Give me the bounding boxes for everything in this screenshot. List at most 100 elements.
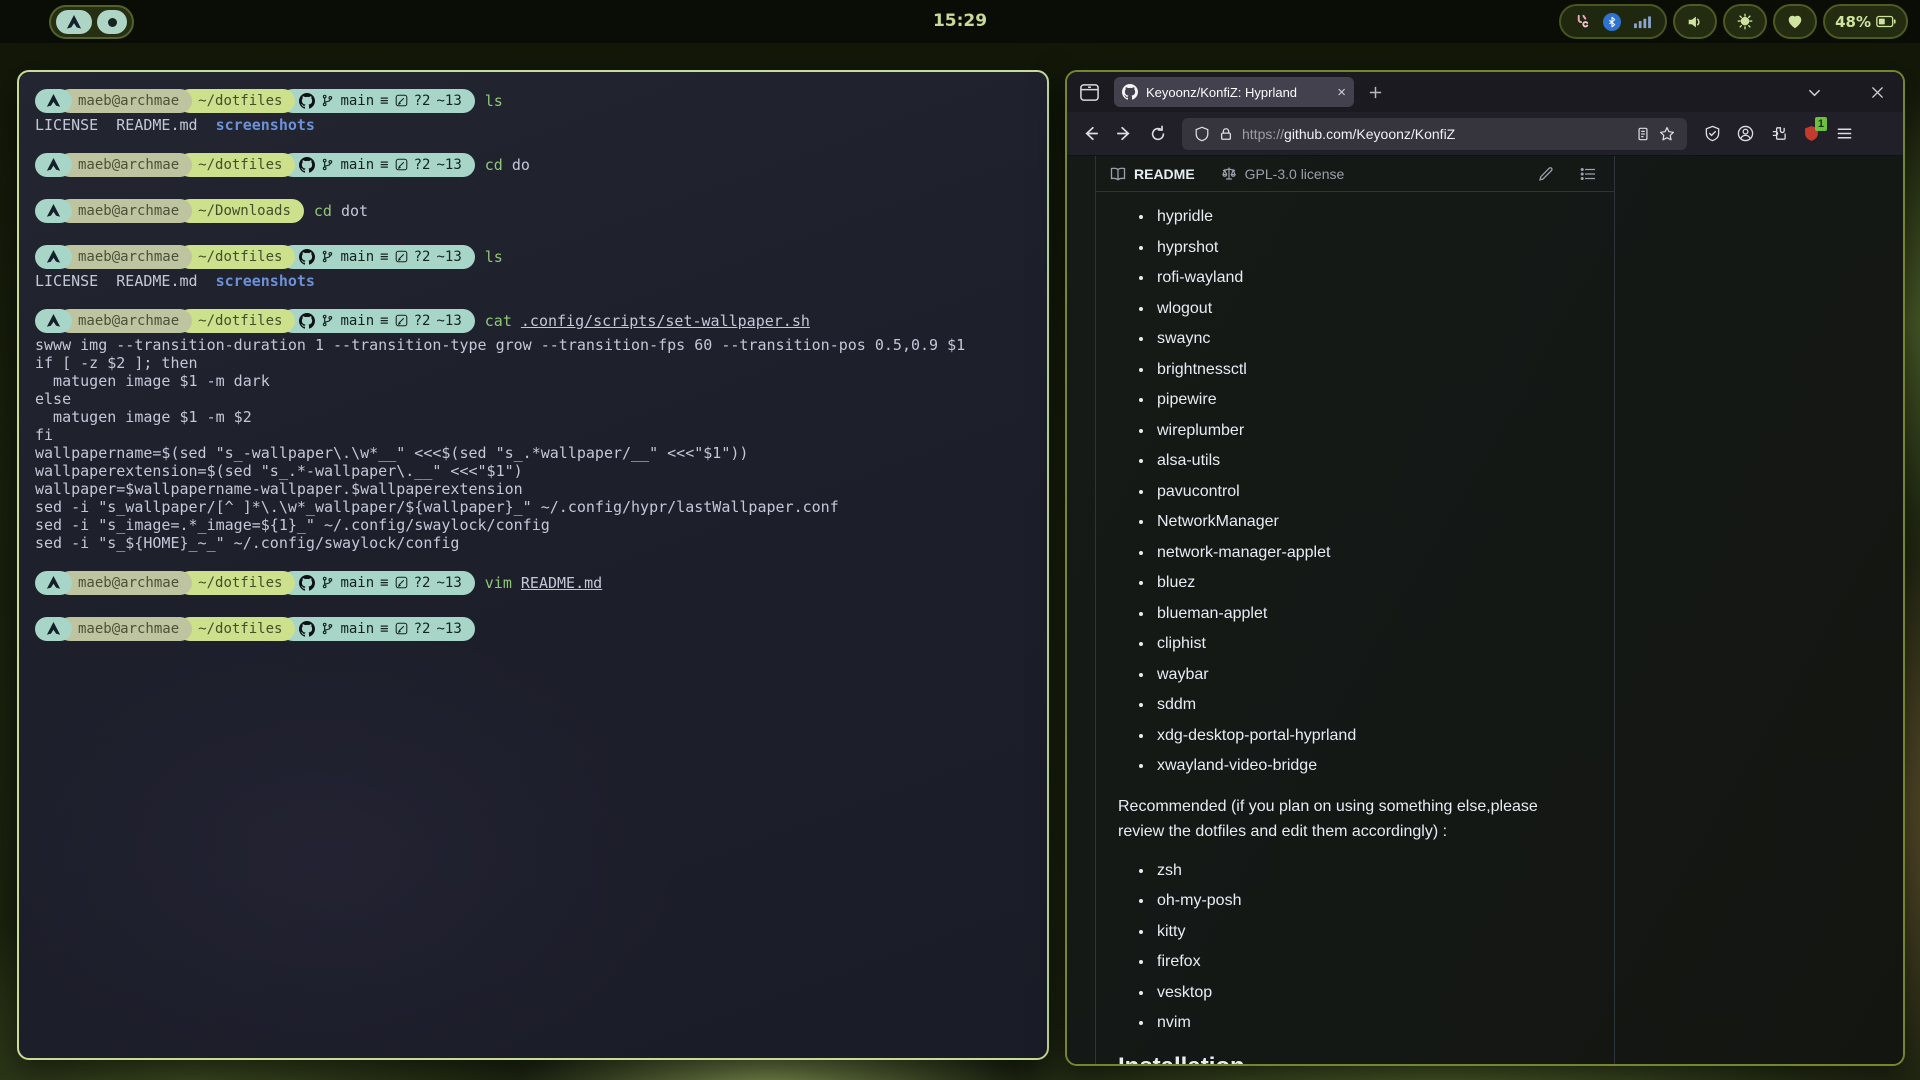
terminal-prompt-line: maeb@archmae~/dotfilesmain≡?2~13ls: [35, 88, 1047, 113]
package-item: bluez: [1154, 568, 1594, 599]
git-edit-icon: [395, 576, 408, 589]
heart-icon: [1786, 13, 1804, 31]
new-tab-button[interactable]: [1368, 85, 1383, 100]
package-item: xwayland-video-bridge: [1154, 751, 1594, 782]
url-text[interactable]: https://github.com/Keyoonz/KonfiZ: [1242, 126, 1627, 142]
terminal-command: ls: [485, 248, 503, 266]
git-branch-icon: [321, 250, 334, 263]
package-item: pipewire: [1154, 385, 1594, 416]
battery-icon: [1876, 15, 1896, 28]
list-all-tabs-icon[interactable]: [1807, 85, 1822, 100]
prompt-git-segment: main≡?2~13: [281, 617, 474, 641]
terminal-command: ls: [485, 92, 503, 110]
prompt-user-segment: maeb@archmae: [58, 617, 192, 641]
system-tray[interactable]: [1559, 4, 1667, 39]
prompt-dir-segment: ~/dotfiles: [178, 309, 295, 333]
url-host-path: github.com/Keyoonz/KonfiZ: [1284, 126, 1455, 142]
firefox-window[interactable]: Keyoonz/KonfiZ: Hyprland ×: [1065, 70, 1905, 1066]
reload-icon[interactable]: [1149, 125, 1167, 143]
window-close-icon[interactable]: [1870, 85, 1885, 100]
terminal-output-line: swww img --transition-duration 1 --trans…: [35, 336, 1047, 354]
volume-button[interactable]: [1673, 4, 1717, 39]
arch-logo-icon: [35, 571, 72, 595]
tracking-shield-icon[interactable]: [1194, 126, 1210, 142]
tab-title: Keyoonz/KonfiZ: Hyprland: [1146, 85, 1329, 100]
git-edit-icon: [395, 314, 408, 327]
prompt-dir-segment: ~/dotfiles: [178, 571, 295, 595]
tray-app-icon[interactable]: [1574, 13, 1591, 30]
edit-pencil-icon[interactable]: [1538, 166, 1554, 182]
prompt-dir-segment: ~/dotfiles: [178, 245, 295, 269]
tray-cluster: 48%: [1559, 4, 1908, 39]
prompt-git-segment: main≡?2~13: [281, 309, 474, 333]
battery-percent: 48%: [1835, 13, 1871, 31]
terminal-blank-line: [35, 226, 1047, 242]
back-icon[interactable]: [1081, 124, 1100, 143]
reader-mode-icon[interactable]: [1636, 127, 1650, 141]
navigation-toolbar: https://github.com/Keyoonz/KonfiZ 1: [1067, 112, 1903, 156]
terminal-blank-line: [35, 180, 1047, 196]
terminal-blank-line: [35, 134, 1047, 150]
url-bar[interactable]: https://github.com/Keyoonz/KonfiZ: [1182, 118, 1687, 150]
arch-logo-icon: [35, 199, 72, 223]
readme-tab[interactable]: README: [1134, 166, 1195, 182]
extensions-puzzle-icon[interactable]: [1770, 125, 1787, 142]
terminal-prompt-line: maeb@archmae~/dotfilesmain≡?2~13cd do: [35, 152, 1047, 177]
git-edit-icon: [395, 158, 408, 171]
terminal-output-line: LICENSE README.md screenshots: [35, 272, 1047, 290]
favorites-button[interactable]: [1773, 4, 1817, 39]
bluetooth-icon[interactable]: [1603, 13, 1621, 31]
status-bar: 15:29: [0, 0, 1920, 43]
readme-body: hypridlehyprshotrofi-waylandwlogoutswayn…: [1096, 192, 1614, 1064]
page-content: README GPL-3.0 license hypridlehyprshotr…: [1067, 156, 1903, 1064]
terminal-prompt-line: maeb@archmae~/dotfilesmain≡?2~13vim READ…: [35, 570, 1047, 595]
git-edit-icon: [395, 94, 408, 107]
prompt-dir-segment: ~/dotfiles: [178, 617, 295, 641]
battery-indicator[interactable]: 48%: [1823, 4, 1908, 39]
package-item: network-manager-applet: [1154, 538, 1594, 569]
tab-github[interactable]: Keyoonz/KonfiZ: Hyprland ×: [1114, 77, 1354, 107]
lock-icon[interactable]: [1219, 127, 1233, 141]
prompt-user-segment: maeb@archmae: [58, 89, 192, 113]
recommended-item: firefox: [1154, 947, 1594, 978]
readme-header: README GPL-3.0 license: [1096, 156, 1614, 192]
package-item: hypridle: [1154, 202, 1594, 233]
signal-strength-icon[interactable]: [1633, 14, 1652, 29]
lightbulb-icon: [1736, 13, 1754, 31]
package-item: pavucontrol: [1154, 477, 1594, 508]
github-icon: [299, 93, 315, 109]
firefox-view-icon[interactable]: [1079, 82, 1100, 103]
outline-list-icon[interactable]: [1580, 166, 1596, 182]
github-favicon: [1122, 84, 1138, 100]
prompt-user-segment: maeb@archmae: [58, 199, 192, 223]
forward-icon[interactable]: [1115, 124, 1134, 143]
recommended-item: nvim: [1154, 1008, 1594, 1039]
tab-bar: Keyoonz/KonfiZ: Hyprland ×: [1067, 72, 1903, 112]
bookmark-star-icon[interactable]: [1659, 126, 1675, 142]
terminal-output-line: LICENSE README.md screenshots: [35, 116, 1047, 134]
ublock-extension-icon[interactable]: 1: [1803, 125, 1820, 142]
git-edit-icon: [395, 250, 408, 263]
terminal-prompt-line: maeb@archmae~/dotfilesmain≡?2~13: [35, 616, 1047, 641]
package-item: brightnessctl: [1154, 355, 1594, 386]
arch-logo-icon: [35, 89, 72, 113]
prompt-dir-segment: ~/dotfiles: [178, 153, 295, 177]
shield-check-icon[interactable]: [1704, 125, 1721, 142]
brightness-button[interactable]: [1723, 4, 1767, 39]
terminal-prompt-line: maeb@archmae~/Downloadscd dot: [35, 198, 1047, 223]
tab-close-icon[interactable]: ×: [1337, 85, 1346, 100]
book-icon: [1110, 166, 1126, 182]
terminal-blank-line: [35, 290, 1047, 306]
recommended-item: kitty: [1154, 917, 1594, 948]
arch-logo-icon: [35, 617, 72, 641]
prompt-user-segment: maeb@archmae: [58, 309, 192, 333]
menu-hamburger-icon[interactable]: [1836, 125, 1853, 142]
terminal-window[interactable]: maeb@archmae~/dotfilesmain≡?2~13lsLICENS…: [17, 70, 1049, 1060]
url-protocol: https://: [1242, 126, 1284, 142]
prompt-git-segment: main≡?2~13: [281, 245, 474, 269]
account-icon[interactable]: [1737, 125, 1754, 142]
license-tab[interactable]: GPL-3.0 license: [1245, 166, 1345, 182]
packages-list: hypridlehyprshotrofi-waylandwlogoutswayn…: [1118, 202, 1594, 782]
recommended-intro: Recommended (if you plan on using someth…: [1118, 794, 1564, 844]
terminal-prompt-line: maeb@archmae~/dotfilesmain≡?2~13cat .con…: [35, 308, 1047, 333]
